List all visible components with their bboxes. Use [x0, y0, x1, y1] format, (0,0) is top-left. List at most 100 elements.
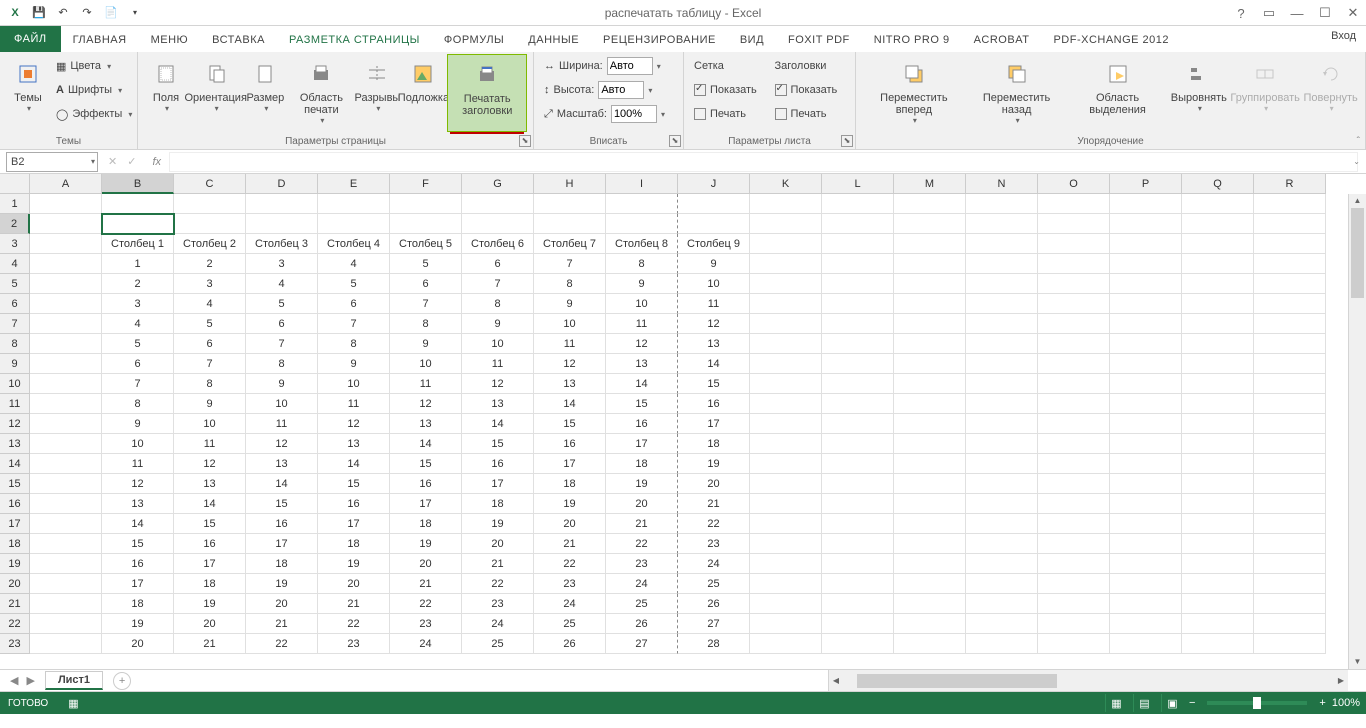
cell[interactable]: 9	[534, 294, 606, 314]
cell[interactable]: 19	[390, 534, 462, 554]
cell[interactable]	[894, 234, 966, 254]
cell[interactable]	[894, 594, 966, 614]
cell[interactable]	[1182, 194, 1254, 214]
cell[interactable]	[1038, 534, 1110, 554]
cell[interactable]	[1254, 334, 1326, 354]
row-header[interactable]: 4	[0, 254, 30, 274]
print-area-button[interactable]: Область печати▾	[289, 54, 353, 132]
cell[interactable]	[1110, 194, 1182, 214]
pagebreak-view-icon[interactable]: ▣	[1161, 694, 1183, 712]
cell[interactable]: 14	[534, 394, 606, 414]
cell[interactable]	[894, 214, 966, 234]
cell[interactable]: 18	[246, 554, 318, 574]
cell[interactable]: 17	[678, 414, 750, 434]
tab-вставка[interactable]: ВСТАВКА	[200, 28, 277, 52]
cell[interactable]	[1182, 214, 1254, 234]
cell[interactable]: 15	[462, 434, 534, 454]
cell[interactable]	[750, 414, 822, 434]
row-header[interactable]: 13	[0, 434, 30, 454]
cell[interactable]	[894, 354, 966, 374]
cell[interactable]	[1182, 454, 1254, 474]
cell[interactable]	[1110, 334, 1182, 354]
cell[interactable]	[1182, 534, 1254, 554]
col-header[interactable]: R	[1254, 174, 1326, 194]
cell[interactable]: 25	[606, 594, 678, 614]
cell[interactable]: 19	[246, 574, 318, 594]
cell[interactable]	[1110, 414, 1182, 434]
cell[interactable]	[30, 234, 102, 254]
cell[interactable]	[822, 294, 894, 314]
cell[interactable]: 22	[678, 514, 750, 534]
cell[interactable]	[894, 574, 966, 594]
cell[interactable]	[1110, 354, 1182, 374]
cell[interactable]	[1110, 634, 1182, 654]
scroll-left-icon[interactable]: ◀	[829, 676, 843, 685]
collapse-ribbon-icon[interactable]: ˆ	[1357, 136, 1360, 147]
cell[interactable]	[1254, 434, 1326, 454]
cell[interactable]	[1038, 314, 1110, 334]
cell[interactable]	[750, 314, 822, 334]
cell[interactable]: 15	[246, 494, 318, 514]
cell[interactable]: 10	[318, 374, 390, 394]
name-box[interactable]: B2▾	[6, 152, 98, 172]
cell[interactable]	[462, 214, 534, 234]
cell[interactable]	[1182, 594, 1254, 614]
cell[interactable]	[1182, 574, 1254, 594]
cell[interactable]	[750, 354, 822, 374]
cell[interactable]: 14	[390, 434, 462, 454]
cell[interactable]	[750, 334, 822, 354]
cell[interactable]	[1038, 334, 1110, 354]
scroll-right-icon[interactable]: ▶	[1334, 676, 1348, 685]
cell[interactable]	[822, 334, 894, 354]
cell[interactable]: 22	[246, 634, 318, 654]
row-header[interactable]: 22	[0, 614, 30, 634]
grid-print-check[interactable]: Печать	[690, 102, 769, 126]
zoom-in-icon[interactable]: +	[1319, 697, 1325, 709]
cell[interactable]	[606, 194, 678, 214]
cell[interactable]	[1254, 274, 1326, 294]
cell[interactable]	[30, 514, 102, 534]
cell[interactable]: 20	[318, 574, 390, 594]
cell[interactable]	[462, 194, 534, 214]
cell[interactable]	[1110, 314, 1182, 334]
sheet-tab[interactable]: Лист1	[45, 671, 103, 690]
cell[interactable]: 16	[318, 494, 390, 514]
tab-данные[interactable]: ДАННЫЕ	[516, 28, 591, 52]
cell[interactable]	[1254, 294, 1326, 314]
cell[interactable]	[174, 194, 246, 214]
cell[interactable]: 16	[606, 414, 678, 434]
cell[interactable]	[894, 454, 966, 474]
cell[interactable]: 5	[318, 274, 390, 294]
cell[interactable]: 8	[390, 314, 462, 334]
cell[interactable]: 15	[390, 454, 462, 474]
cell[interactable]	[1254, 454, 1326, 474]
cell[interactable]: 7	[102, 374, 174, 394]
add-sheet-button[interactable]: +	[113, 672, 131, 690]
row-header[interactable]: 6	[0, 294, 30, 314]
cell[interactable]: 19	[102, 614, 174, 634]
row-header[interactable]: 3	[0, 234, 30, 254]
cell[interactable]: 19	[174, 594, 246, 614]
cell[interactable]	[1110, 394, 1182, 414]
col-header[interactable]: D	[246, 174, 318, 194]
cell[interactable]	[966, 334, 1038, 354]
cell[interactable]: 27	[678, 614, 750, 634]
cell[interactable]: 19	[318, 554, 390, 574]
cell[interactable]: 3	[102, 294, 174, 314]
tab-foxit-pdf[interactable]: Foxit PDF	[776, 28, 862, 52]
cell[interactable]	[822, 534, 894, 554]
cell[interactable]	[30, 614, 102, 634]
cell[interactable]: 5	[174, 314, 246, 334]
cell[interactable]	[894, 194, 966, 214]
cell[interactable]	[966, 474, 1038, 494]
cell[interactable]: 24	[390, 634, 462, 654]
cell[interactable]: 10	[534, 314, 606, 334]
cell[interactable]: 13	[102, 494, 174, 514]
cell[interactable]: 17	[606, 434, 678, 454]
cell[interactable]	[1038, 214, 1110, 234]
cell[interactable]	[1038, 454, 1110, 474]
cell[interactable]	[1038, 194, 1110, 214]
cell[interactable]	[1254, 414, 1326, 434]
breaks-button[interactable]: Разрывы▾	[355, 54, 399, 132]
cell[interactable]: 13	[534, 374, 606, 394]
